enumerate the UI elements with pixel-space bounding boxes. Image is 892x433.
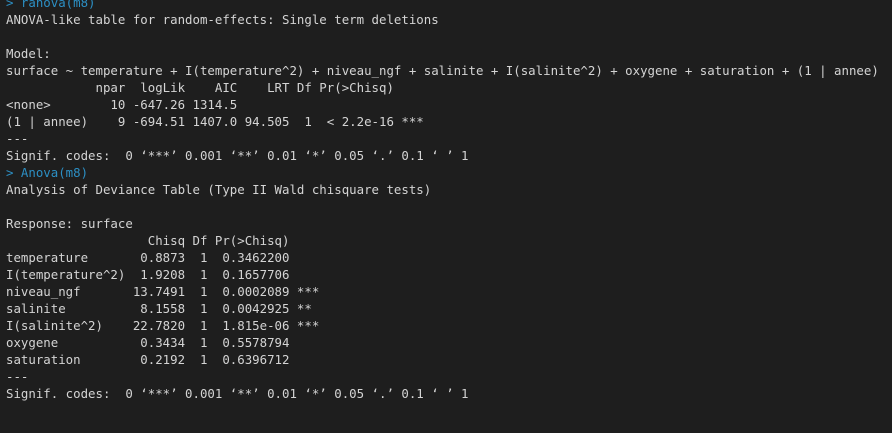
ranova-table-row: (1 | annee) 9 -694.51 1407.0 94.505 1 < … <box>6 114 424 129</box>
r-console-output[interactable]: > ranova(m8) ANOVA-like table for random… <box>0 0 892 433</box>
anova-table-row: temperature 0.8873 1 0.3462200 <box>6 250 320 265</box>
anova-table-row: niveau_ngf 13.7491 1 0.0002089 *** <box>6 284 320 299</box>
model-label: Model: <box>6 46 51 61</box>
model-formula: surface ~ temperature + I(temperature^2)… <box>6 63 879 78</box>
anova-title: Analysis of Deviance Table (Type II Wald… <box>6 182 432 197</box>
response-label: Response: surface <box>6 216 133 231</box>
separator-line: --- <box>6 369 29 384</box>
console-command-anova: > Anova(m8) <box>6 165 89 180</box>
ranova-table-header: npar logLik AIC LRT Df Pr(>Chisq) <box>6 80 424 95</box>
anova-table-row: oxygene 0.3434 1 0.5578794 <box>6 335 320 350</box>
signif-codes: Signif. codes: 0 ‘***’ 0.001 ‘**’ 0.01 ‘… <box>6 148 469 163</box>
separator-line: --- <box>6 131 29 146</box>
anova-table-row: salinite 8.1558 1 0.0042925 ** <box>6 301 320 316</box>
anova-table-header: Chisq Df Pr(>Chisq) <box>6 233 320 248</box>
anova-table-row: saturation 0.2192 1 0.6396712 <box>6 352 320 367</box>
anova-table-row: I(temperature^2) 1.9208 1 0.1657706 <box>6 267 320 282</box>
ranova-table-row: <none> 10 -647.26 1314.5 <box>6 97 424 112</box>
signif-codes: Signif. codes: 0 ‘***’ 0.001 ‘**’ 0.01 ‘… <box>6 386 469 401</box>
ranova-title: ANOVA-like table for random-effects: Sin… <box>6 12 439 27</box>
anova-table-row: I(salinite^2) 22.7820 1 1.815e-06 *** <box>6 318 320 333</box>
